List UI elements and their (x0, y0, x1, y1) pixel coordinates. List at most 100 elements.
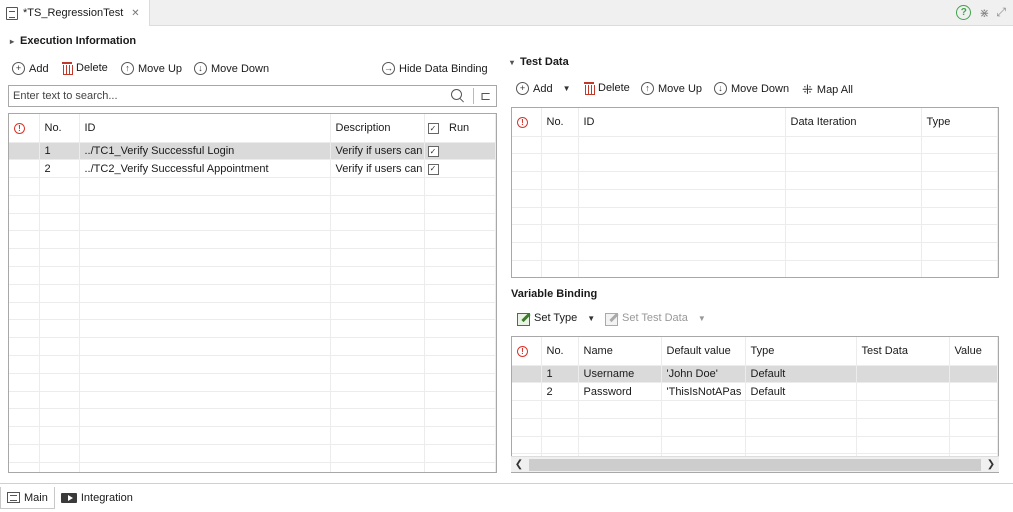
set-type-button[interactable]: Set Type ▼ (516, 311, 595, 326)
set-test-data-button[interactable]: Set Test Data ▼ (604, 311, 706, 326)
test-data-cell[interactable] (856, 365, 950, 384)
type-column-header[interactable]: Type (745, 337, 857, 366)
bottom-tab-bar: Main Integration (0, 483, 1013, 512)
value-cell[interactable] (949, 382, 998, 402)
empty-row (9, 319, 496, 339)
execution-move-up-button[interactable]: ↑ Move Up (121, 62, 182, 75)
empty-row (512, 189, 998, 208)
run-checkbox[interactable]: ✓ (427, 146, 439, 158)
arrow-right-icon: → (382, 62, 395, 75)
data-iteration-column-header[interactable]: Data Iteration (785, 108, 922, 137)
id-cell[interactable]: ../TC2_Verify Successful Appointment (79, 159, 331, 179)
id-column-header[interactable]: ID (578, 108, 786, 137)
horizontal-scrollbar[interactable]: ❮ ❯ (511, 456, 999, 472)
name-column-header[interactable]: Name (578, 337, 662, 366)
status-cell (512, 365, 542, 384)
empty-row (9, 444, 496, 463)
run-cell[interactable]: ✓ (424, 159, 496, 179)
type-cell[interactable]: Default (745, 382, 857, 402)
run-all-checkbox[interactable]: ✓ (424, 114, 444, 143)
empty-row (512, 400, 998, 419)
description-column-header[interactable]: Description (330, 114, 425, 143)
no-cell: 2 (541, 382, 579, 402)
scroll-right-icon[interactable]: ❯ (983, 459, 999, 470)
collapse-arrow-icon: ▸ (10, 36, 15, 46)
map-all-button[interactable]: ⁜ Map All (802, 82, 853, 98)
execution-delete-button[interactable]: Delete (62, 62, 108, 75)
dropdown-arrow-icon[interactable]: ▼ (587, 314, 595, 323)
no-cell: 2 (39, 159, 80, 179)
editor-tab-title: *TS_RegressionTest (23, 7, 124, 19)
run-checkbox[interactable]: ✓ (427, 163, 439, 175)
scrollbar-thumb[interactable] (529, 458, 981, 471)
editor-tab[interactable]: *TS_RegressionTest ✕ (0, 0, 150, 26)
map-all-icon: ⁜ (802, 82, 813, 97)
run-cell[interactable]: ✓ (424, 142, 496, 161)
table-row[interactable]: 1 Username 'John Doe' Default (512, 365, 998, 384)
type-column-header[interactable]: Type (921, 108, 998, 137)
arrow-up-icon: ↑ (641, 82, 654, 95)
empty-row (9, 462, 496, 472)
collapse-icon[interactable]: ⋇ (979, 6, 989, 20)
no-column-header[interactable]: No. (39, 114, 80, 143)
empty-row (9, 337, 496, 357)
tab-integration[interactable]: Integration (55, 487, 139, 509)
tab-main[interactable]: Main (0, 487, 55, 509)
status-cell (9, 159, 40, 179)
empty-row (9, 177, 496, 196)
variable-binding-title: Variable Binding (511, 288, 598, 300)
execution-add-button[interactable]: + Add (12, 62, 49, 75)
arrow-down-icon: ↓ (194, 62, 207, 75)
delete-label: Delete (598, 82, 630, 94)
execution-move-down-button[interactable]: ↓ Move Down (194, 62, 269, 75)
value-cell[interactable] (949, 365, 998, 384)
editor-tab-bar (0, 0, 1013, 26)
test-data-header[interactable]: ▾ Test Data (510, 56, 569, 68)
no-column-header[interactable]: No. (541, 337, 579, 366)
default-value-column-header[interactable]: Default value (661, 337, 746, 366)
close-icon[interactable]: ✕ (131, 8, 139, 19)
description-cell[interactable]: Verify if users can (330, 159, 425, 179)
test-data-move-down-button[interactable]: ↓ Move Down (714, 82, 789, 95)
advanced-search-icon[interactable]: ⊏ (480, 88, 491, 104)
table-row[interactable]: 2 ../TC2_Verify Successful Appointment V… (9, 159, 496, 179)
scroll-left-icon[interactable]: ❮ (511, 459, 527, 470)
test-data-add-button[interactable]: + Add ▼ (516, 82, 571, 95)
type-cell[interactable]: Default (745, 365, 857, 384)
move-down-label: Move Down (211, 62, 270, 75)
value-column-header[interactable]: Value (949, 337, 998, 366)
status-cell (512, 382, 542, 402)
test-data-move-up-button[interactable]: ↑ Move Up (641, 82, 702, 95)
no-column-header[interactable]: No. (541, 108, 579, 137)
search-icon[interactable] (451, 89, 465, 103)
dropdown-arrow-icon[interactable]: ▼ (563, 84, 571, 93)
table-row[interactable]: 1 ../TC1_Verify Successful Login Verify … (9, 142, 496, 161)
search-box: ⊏ (8, 85, 497, 107)
empty-row (9, 408, 496, 428)
status-column-header: ! (9, 114, 40, 143)
execution-information-header[interactable]: ▸ Execution Information (10, 35, 136, 47)
search-input[interactable] (9, 90, 452, 102)
hide-data-binding-button[interactable]: → Hide Data Binding (382, 62, 488, 75)
expand-icon[interactable]: ⤢ (996, 5, 1006, 20)
description-cell[interactable]: Verify if users can (330, 142, 425, 161)
checkbox-icon: ✓ (427, 123, 439, 134)
default-value-cell: 'John Doe' (661, 365, 746, 384)
name-cell: Password (578, 382, 662, 402)
empty-row (512, 260, 998, 277)
test-data-column-header[interactable]: Test Data (856, 337, 950, 366)
test-data-delete-button[interactable]: Delete (584, 82, 630, 95)
trash-icon (62, 62, 73, 75)
id-cell[interactable]: ../TC1_Verify Successful Login (79, 142, 331, 161)
run-column-header[interactable]: Run (444, 114, 496, 143)
add-label: Add (29, 62, 49, 75)
table-row[interactable]: 2 Password 'ThisIsNotAPas Default (512, 382, 998, 402)
dropdown-arrow-icon[interactable]: ▼ (698, 314, 706, 323)
no-cell: 1 (39, 142, 80, 161)
id-column-header[interactable]: ID (79, 114, 331, 143)
empty-row (9, 213, 496, 232)
set-test-data-label: Set Test Data (622, 312, 688, 324)
integration-icon (60, 493, 77, 503)
test-data-cell[interactable] (856, 382, 950, 402)
help-icon[interactable]: ? (956, 5, 972, 20)
